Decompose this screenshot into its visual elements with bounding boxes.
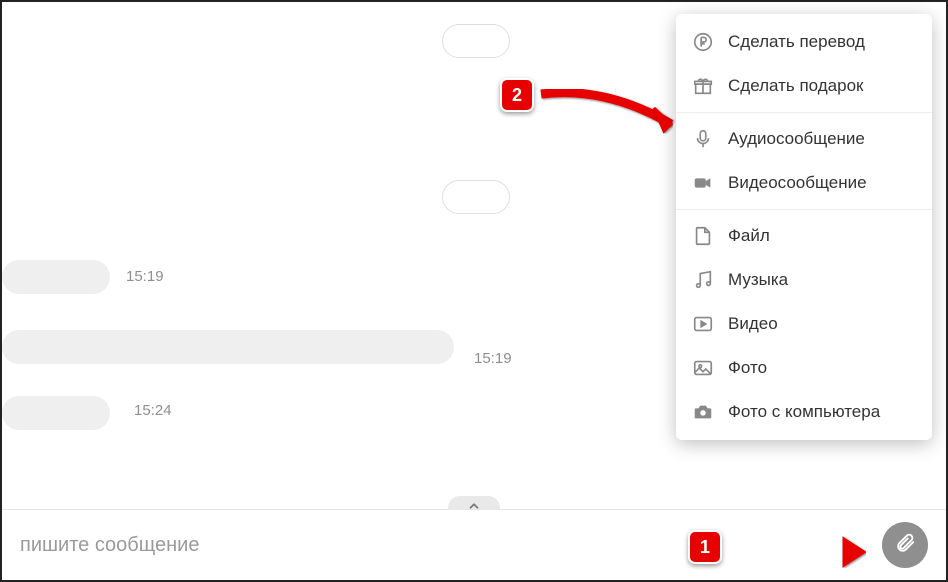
menu-item-video[interactable]: Видео (676, 302, 932, 346)
message-bubble (2, 260, 110, 294)
message-bubble (2, 396, 110, 430)
video-icon (692, 313, 714, 335)
annotation-badge-1: 1 (688, 530, 722, 564)
menu-label: Музыка (728, 270, 788, 290)
music-icon (692, 269, 714, 291)
menu-label: Аудиосообщение (728, 129, 865, 149)
annotation-arrow-1 (724, 524, 894, 574)
message-time: 15:19 (474, 350, 512, 367)
menu-separator (676, 112, 932, 113)
menu-label: Фото (728, 358, 767, 378)
menu-item-audio[interactable]: Аудиосообщение (676, 117, 932, 161)
menu-item-transfer[interactable]: Сделать перевод (676, 20, 932, 64)
message-bubble (442, 24, 510, 58)
menu-item-file[interactable]: Файл (676, 214, 932, 258)
message-bubble (2, 330, 454, 364)
menu-item-photo[interactable]: Фото (676, 346, 932, 390)
camera-icon (692, 401, 714, 423)
menu-label: Видео (728, 314, 778, 334)
annotation-badge-2: 2 (500, 78, 534, 112)
video-camera-icon (692, 172, 714, 194)
file-icon (692, 225, 714, 247)
message-time: 15:19 (126, 268, 164, 285)
menu-item-video-message[interactable]: Видеосообщение (676, 161, 932, 205)
menu-label: Сделать подарок (728, 76, 863, 96)
ruble-icon (692, 31, 714, 53)
menu-label: Фото с компьютера (728, 402, 880, 422)
message-time: 15:24 (134, 402, 172, 419)
menu-label: Файл (728, 226, 770, 246)
menu-item-gift[interactable]: Сделать подарок (676, 64, 932, 108)
menu-separator (676, 209, 932, 210)
message-bubble (442, 180, 510, 214)
menu-item-photo-pc[interactable]: Фото с компьютера (676, 390, 932, 434)
paperclip-icon (894, 532, 916, 559)
attach-menu: Сделать перевод Сделать подарок Аудиосоо… (676, 14, 932, 440)
menu-label: Сделать перевод (728, 32, 865, 52)
image-icon (692, 357, 714, 379)
annotation-arrow-2 (536, 76, 696, 146)
menu-item-music[interactable]: Музыка (676, 258, 932, 302)
menu-label: Видеосообщение (728, 173, 867, 193)
